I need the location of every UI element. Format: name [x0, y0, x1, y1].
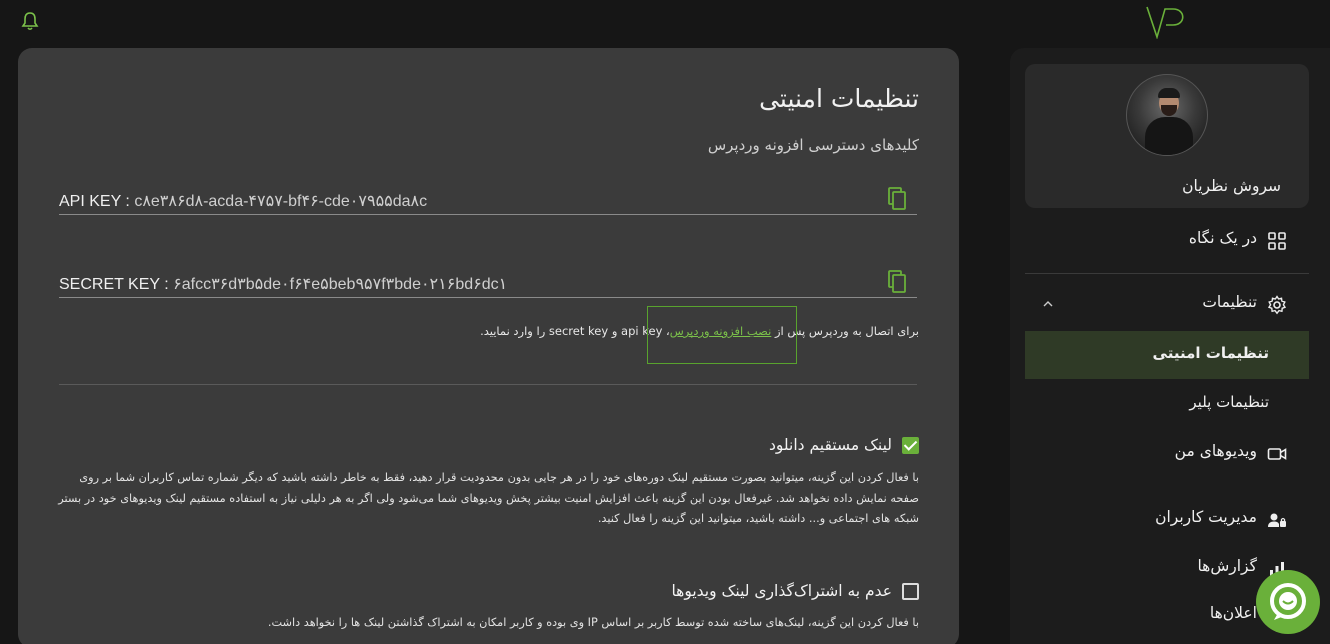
sidebar-item-label: تنظیمات امنیتی: [1152, 344, 1269, 362]
chat-support-button[interactable]: [1256, 570, 1320, 634]
divider: [59, 384, 917, 385]
direct-download-option[interactable]: لینک مستقیم دانلود: [769, 436, 919, 454]
sidebar-item-label: ویدیوهای من: [1174, 442, 1257, 460]
sidebar-item-label: مدیریت کاربران: [1155, 508, 1257, 526]
sidebar-item-label: تنظیمات: [1202, 293, 1257, 311]
bell-icon[interactable]: [21, 11, 39, 31]
grid-icon: [1268, 232, 1286, 250]
sidebar-item-security[interactable]: تنظیمات امنیتی: [1025, 331, 1309, 379]
no-share-title: عدم به اشتراک‌گذاری لینک ویدیوها: [671, 582, 892, 600]
sidebar-item-overview[interactable]: در یک نگاه: [1025, 217, 1309, 265]
chevron-up-icon[interactable]: [1043, 299, 1053, 309]
api-key-label: API KEY :: [59, 193, 130, 210]
profile-card: سروش نظریان: [1025, 64, 1309, 208]
gear-icon: [1267, 295, 1287, 315]
api-key-text: API KEY : c۸e۳۸۶d۸-acda-۴۷۵۷-bf۴۶-cde۰۷۹…: [59, 191, 427, 211]
no-share-option[interactable]: عدم به اشتراک‌گذاری لینک ویدیوها: [671, 582, 919, 600]
chat-icon: [1270, 583, 1306, 620]
secret-key-label: SECRET KEY :: [59, 276, 169, 293]
api-key-row: API KEY : c۸e۳۸۶d۸-acda-۴۷۵۷-bf۴۶-cde۰۷۹…: [59, 185, 917, 215]
user-name: سروش نظریان: [1182, 177, 1281, 195]
sidebar-item-videos[interactable]: ویدیوهای من: [1025, 430, 1309, 478]
api-key-value: c۸e۳۸۶d۸-acda-۴۷۵۷-bf۴۶-cde۰۷۹۵۵da۸c: [134, 193, 428, 210]
sidebar-item-label: تنظیمات پلیر: [1189, 393, 1269, 411]
sidebar-item-label: گزارش‌ها: [1197, 557, 1257, 575]
sidebar-item-label: اعلان‌ها: [1209, 604, 1257, 622]
sidebar-item-player[interactable]: تنظیمات پلیر: [1025, 380, 1309, 428]
no-share-description: با فعال کردن این گزینه، لینک‌های ساخته ش…: [267, 616, 919, 629]
secret-key-text: SECRET KEY : ۶afcc۳۶d۳b۵de۰f۶۴e۵beb۹۵۷f۳…: [59, 274, 507, 294]
divider: [1025, 273, 1309, 274]
vp-logo[interactable]: [1146, 5, 1190, 39]
sidebar-item-settings[interactable]: تنظیمات: [1025, 281, 1309, 329]
section-subtitle: کلیدهای دسترسی افزونه وردپرس: [707, 136, 919, 154]
users-icon: [1268, 513, 1286, 527]
focus-highlight: [647, 306, 797, 364]
no-share-checkbox[interactable]: [902, 582, 919, 600]
security-settings-card: تنظیمات امنیتی کلیدهای دسترسی افزونه ورد…: [18, 48, 959, 644]
sidebar-item-users[interactable]: مدیریت کاربران: [1025, 496, 1309, 544]
video-icon: [1267, 448, 1287, 460]
secret-key-value: ۶afcc۳۶d۳b۵de۰f۶۴e۵beb۹۵۷f۳bde۰۲۱۶bd۶dc۱: [173, 276, 508, 293]
page-title: تنظیمات امنیتی: [759, 84, 919, 113]
copy-icon[interactable]: [887, 187, 907, 211]
copy-icon[interactable]: [887, 270, 907, 294]
secret-key-row: SECRET KEY : ۶afcc۳۶d۳b۵de۰f۶۴e۵beb۹۵۷f۳…: [59, 268, 917, 298]
note-text-after: ، api key و secret key را وارد نمایید.: [480, 324, 670, 338]
direct-download-title: لینک مستقیم دانلود: [768, 436, 892, 454]
sidebar-item-label: در یک نگاه: [1188, 229, 1257, 247]
direct-download-checkbox[interactable]: [902, 436, 919, 454]
avatar[interactable]: [1126, 74, 1208, 156]
direct-download-description: با فعال کردن این گزینه، میتوانید بصورت م…: [58, 471, 919, 525]
